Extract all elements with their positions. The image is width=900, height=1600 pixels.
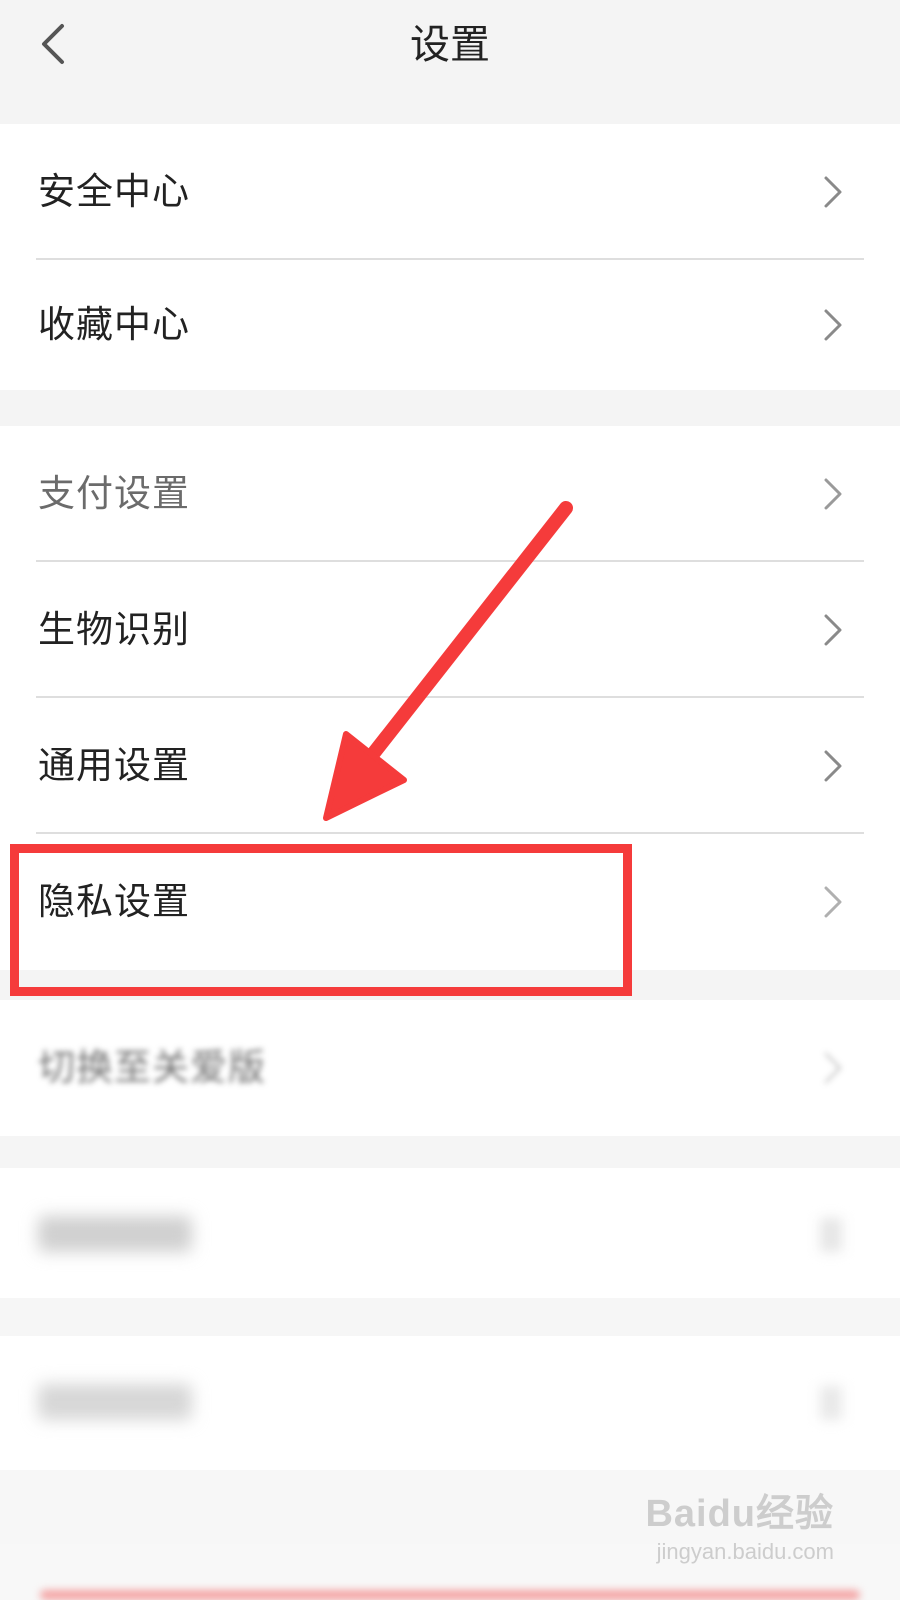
settings-group-1: 安全中心 收藏中心 (0, 124, 900, 390)
bottom-button-hint (40, 1590, 860, 1600)
blurred-label (38, 1384, 192, 1420)
settings-item-security-center[interactable]: 安全中心 (0, 124, 900, 260)
settings-item-label: 安全中心 (38, 170, 190, 213)
header-bar: 设置 (0, 0, 900, 124)
watermark-brand: Baidu经验 (645, 1493, 834, 1535)
settings-item-label: 通用设置 (38, 744, 190, 787)
chevron-right-icon (824, 614, 842, 646)
settings-item-payment[interactable]: 支付设置 (0, 426, 900, 562)
watermark-url: jingyan.baidu.com (656, 1539, 834, 1564)
page-title: 设置 (410, 22, 490, 68)
settings-group-2: 支付设置 生物识别 通用设置 隐私设置 (0, 426, 900, 970)
settings-item-care-mode[interactable]: 切换至关爱版 (0, 1000, 900, 1136)
settings-item-biometrics[interactable]: 生物识别 (0, 562, 900, 698)
settings-item-label: 切换至关爱版 (38, 1046, 266, 1089)
chevron-right-icon (824, 1052, 842, 1084)
chevron-right-icon (820, 1218, 842, 1252)
blurred-row-2[interactable] (0, 1336, 900, 1470)
settings-item-privacy[interactable]: 隐私设置 (0, 834, 900, 970)
settings-item-general[interactable]: 通用设置 (0, 698, 900, 834)
baidu-watermark: Baidu经验 jingyan.baidu.com (645, 1482, 834, 1565)
settings-item-label: 收藏中心 (38, 303, 190, 346)
blurred-row-1[interactable] (0, 1168, 900, 1298)
settings-item-label: 生物识别 (38, 608, 190, 651)
chevron-right-icon (824, 176, 842, 208)
chevron-right-icon (824, 886, 842, 918)
settings-item-favorites-center[interactable]: 收藏中心 (0, 260, 900, 390)
settings-group-3: 切换至关爱版 (0, 1000, 900, 1136)
chevron-right-icon (824, 478, 842, 510)
settings-item-label: 隐私设置 (38, 880, 190, 923)
blurred-label (38, 1216, 192, 1252)
chevron-right-icon (820, 1386, 842, 1420)
settings-item-label: 支付设置 (38, 472, 190, 515)
chevron-right-icon (824, 750, 842, 782)
chevron-right-icon (824, 309, 842, 341)
